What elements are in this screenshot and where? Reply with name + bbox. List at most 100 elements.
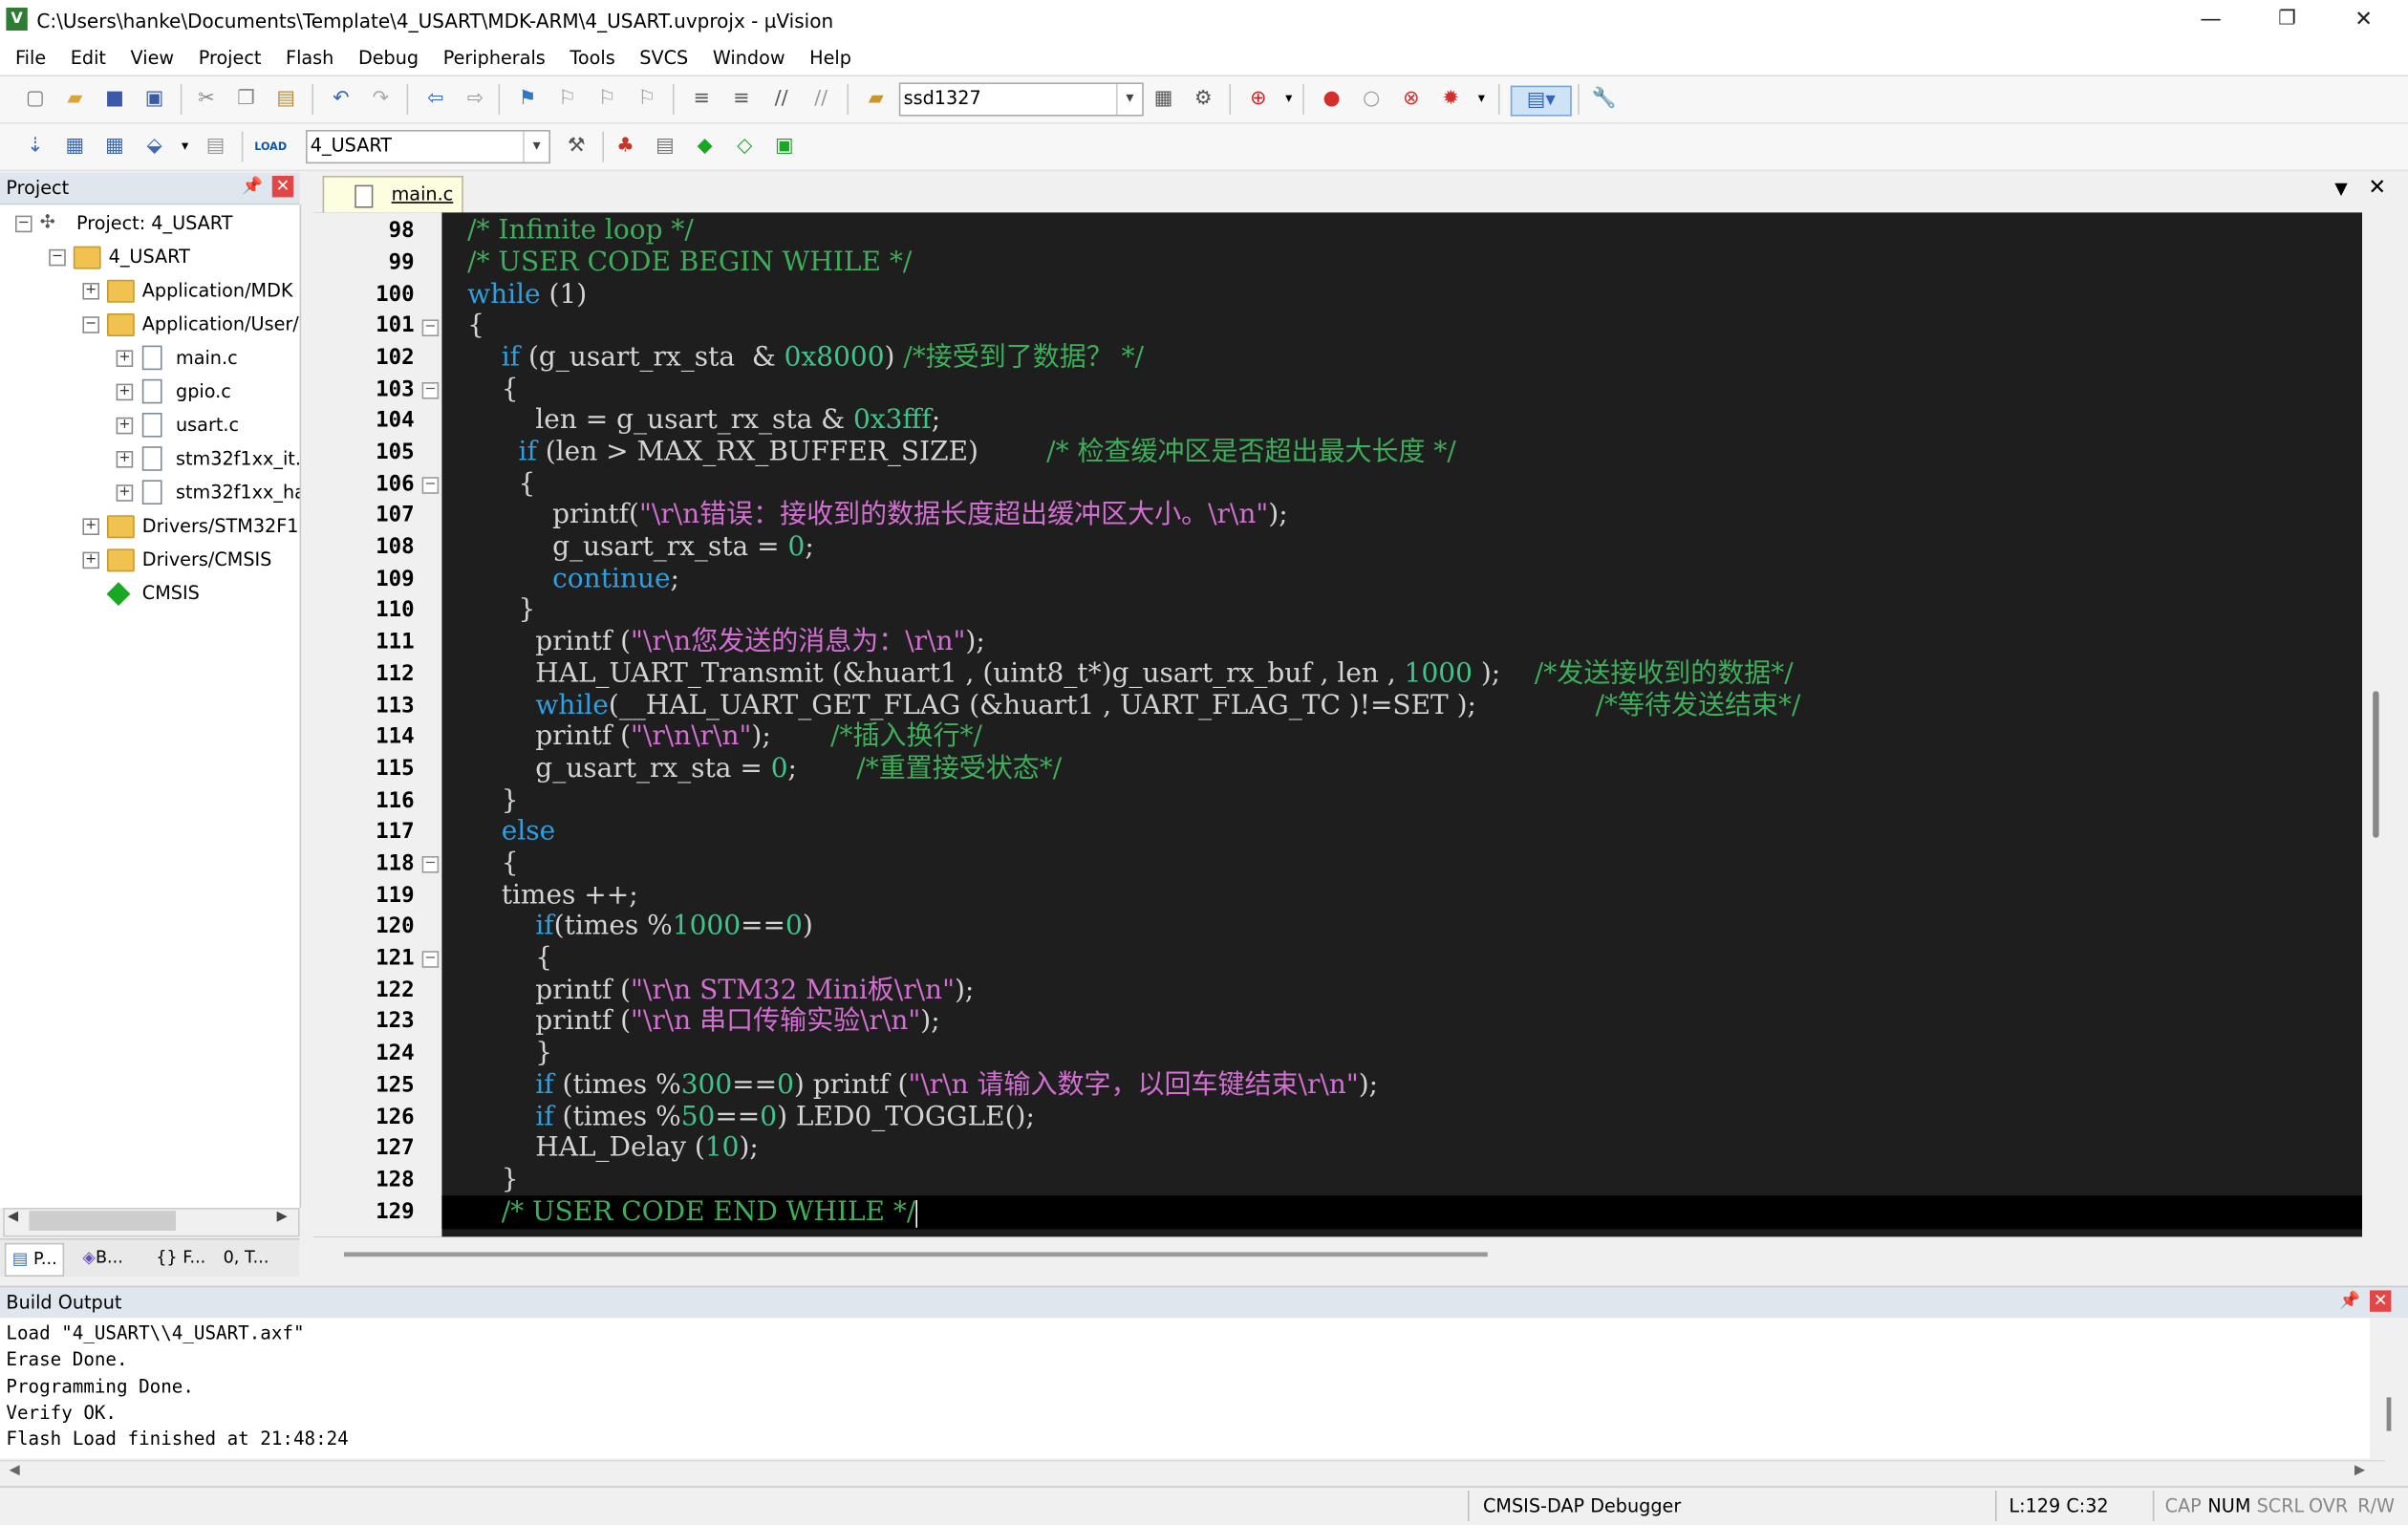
stop-build-icon[interactable]: ▤ bbox=[202, 133, 229, 161]
kill-all-breakpoints-icon[interactable]: ✹ bbox=[1437, 86, 1465, 114]
tree-node-group-user[interactable]: − Application/User/ bbox=[79, 308, 299, 341]
find-icon[interactable]: ▦ bbox=[1150, 86, 1177, 114]
fold-marker-icon[interactable]: − bbox=[421, 477, 440, 494]
save-all-icon[interactable]: ▣ bbox=[140, 86, 168, 114]
find-in-files-icon[interactable]: ▰ bbox=[862, 86, 890, 114]
tab-project[interactable]: ▤ P... bbox=[4, 1242, 65, 1277]
pin-icon[interactable]: 📌 bbox=[242, 176, 263, 197]
expand-icon[interactable]: + bbox=[116, 484, 134, 502]
tab-main-c[interactable]: main.c bbox=[322, 176, 463, 214]
project-hscrollbar[interactable]: ◀ ▶ bbox=[3, 1208, 300, 1237]
expand-icon[interactable]: + bbox=[82, 518, 99, 535]
manage-project-items-icon[interactable]: ♣ bbox=[612, 133, 639, 161]
tree-node-group-drivers-stm32[interactable]: + Drivers/STM32F1x bbox=[79, 509, 300, 543]
close-project-panel-button[interactable]: ✕ bbox=[271, 176, 294, 198]
expand-icon[interactable]: + bbox=[116, 350, 134, 367]
navigate-forward-icon[interactable]: ⇨ bbox=[462, 86, 489, 114]
new-file-icon[interactable]: ▢ bbox=[21, 86, 49, 114]
minimize-button[interactable]: — bbox=[2173, 0, 2249, 40]
translate-icon[interactable]: ⇣ bbox=[21, 133, 49, 161]
scroll-left-icon[interactable]: ◀ bbox=[8, 1210, 18, 1225]
tree-node-target[interactable]: − 4_USART bbox=[46, 240, 296, 273]
window-layout-icon[interactable]: ▤▾ bbox=[1510, 85, 1572, 117]
build-icon[interactable]: ▦ bbox=[61, 133, 89, 161]
scroll-right-icon[interactable]: ▶ bbox=[2354, 1463, 2365, 1478]
build-output-vscrollbar[interactable] bbox=[2373, 1318, 2408, 1459]
cut-icon[interactable]: ✂ bbox=[193, 86, 221, 114]
close-window-button[interactable]: ✕ bbox=[2326, 0, 2402, 40]
scroll-left-icon[interactable]: ◀ bbox=[10, 1463, 20, 1478]
menu-help[interactable]: Help bbox=[797, 41, 863, 75]
copy-icon[interactable]: ❐ bbox=[232, 86, 260, 114]
menu-tools[interactable]: Tools bbox=[558, 41, 628, 75]
chevron-down-icon[interactable]: ▾ bbox=[523, 131, 548, 162]
editor-hscroll-thumb[interactable] bbox=[344, 1252, 1488, 1257]
indent-icon[interactable]: ≡ bbox=[688, 86, 716, 114]
clear-bookmarks-icon[interactable]: ⚐ bbox=[633, 86, 660, 114]
tree-node-main-c[interactable]: + main.c bbox=[113, 341, 296, 375]
scroll-right-icon[interactable]: ▶ bbox=[277, 1210, 288, 1225]
tree-node-group-mdk[interactable]: + Application/MDK bbox=[79, 273, 296, 307]
rebuild-icon[interactable]: ▦ bbox=[101, 133, 129, 161]
target-options-icon[interactable]: ⚒ bbox=[563, 133, 591, 161]
breakpoint-icon[interactable]: ● bbox=[1318, 86, 1345, 114]
expand-icon[interactable]: + bbox=[82, 551, 99, 569]
tree-node-stm32f1xx-it-c[interactable]: + stm32f1xx_it.c bbox=[113, 441, 300, 475]
configure-icon[interactable]: 🔧 bbox=[1590, 86, 1618, 114]
menu-peripherals[interactable]: Peripherals bbox=[431, 41, 558, 75]
redo-icon[interactable]: ↷ bbox=[367, 86, 395, 114]
editor-vscroll-thumb[interactable] bbox=[2373, 691, 2379, 838]
close-tab-icon[interactable]: ✕ bbox=[2368, 176, 2386, 201]
expand-icon[interactable]: + bbox=[116, 451, 134, 468]
bookmark-icon[interactable]: ⚑ bbox=[514, 86, 542, 114]
scroll-thumb[interactable] bbox=[2386, 1397, 2392, 1431]
prev-bookmark-icon[interactable]: ⚐ bbox=[553, 86, 581, 114]
select-packs-icon[interactable]: ▤ bbox=[652, 133, 679, 161]
comment-icon[interactable]: // bbox=[767, 86, 795, 114]
menu-debug[interactable]: Debug bbox=[346, 41, 431, 75]
tab-functions[interactable]: {} F... bbox=[150, 1243, 212, 1274]
code-editor[interactable]: 98 99 100 101 102 103 104 105 106 107 10… bbox=[313, 212, 2362, 1237]
batch-build-icon[interactable]: ⬙ bbox=[140, 133, 168, 161]
menu-view[interactable]: View bbox=[118, 41, 186, 75]
menu-flash[interactable]: Flash bbox=[273, 41, 346, 75]
open-folder-icon[interactable]: ▰ bbox=[61, 86, 89, 114]
expand-icon[interactable]: + bbox=[116, 417, 134, 435]
menu-file[interactable]: File bbox=[3, 41, 58, 75]
menu-svcs[interactable]: SVCS bbox=[628, 41, 701, 75]
collapse-icon[interactable]: − bbox=[15, 215, 32, 233]
load-icon[interactable]: LOAD bbox=[254, 133, 288, 161]
undo-icon[interactable]: ↶ bbox=[327, 86, 355, 114]
scroll-thumb[interactable] bbox=[29, 1211, 177, 1231]
fold-marker-icon[interactable]: − bbox=[421, 382, 440, 399]
tree-node-group-drivers-cmsis[interactable]: + Drivers/CMSIS bbox=[79, 543, 296, 576]
disable-breakpoint-icon[interactable]: ○ bbox=[1358, 86, 1386, 114]
menu-project[interactable]: Project bbox=[186, 41, 273, 75]
tree-node-project[interactable]: − ✣ Project: 4_USART bbox=[12, 206, 297, 240]
tab-books[interactable]: ◈B... bbox=[76, 1243, 129, 1274]
expand-icon[interactable]: + bbox=[116, 383, 134, 401]
target-combo[interactable]: 4_USART ▾ bbox=[306, 130, 550, 164]
debug-session-icon[interactable]: ⊕ bbox=[1244, 86, 1272, 114]
tree-node-usart-c[interactable]: + usart.c bbox=[113, 408, 296, 441]
tab-list-chevron-icon[interactable]: ▼ bbox=[2334, 179, 2348, 199]
collapse-icon[interactable]: − bbox=[82, 316, 99, 333]
manage-rte-icon[interactable]: ◆ bbox=[691, 133, 719, 161]
close-build-output-button[interactable]: ✕ bbox=[2370, 1290, 2392, 1312]
code-text-area[interactable]: /* Infinite loop */ /* USER CODE BEGIN W… bbox=[441, 212, 2362, 1236]
save-icon[interactable]: ■ bbox=[101, 86, 129, 114]
build-output-hscrollbar[interactable]: ◀ ▶ bbox=[0, 1460, 2385, 1485]
tab-templates[interactable]: 0, T... bbox=[217, 1243, 275, 1274]
software-packs-icon[interactable]: ▣ bbox=[770, 133, 798, 161]
tree-node-cmsis[interactable]: CMSIS bbox=[79, 576, 296, 610]
chevron-down-icon[interactable]: ▾ bbox=[171, 133, 199, 161]
chevron-down-icon[interactable]: ▾ bbox=[1468, 86, 1495, 114]
collapse-icon[interactable]: − bbox=[49, 248, 66, 267]
fold-marker-icon[interactable]: − bbox=[421, 951, 440, 968]
pack-installer-icon[interactable]: ◇ bbox=[731, 133, 759, 161]
build-output-text[interactable]: Load "4_USART\\4_USART.axf" Erase Done. … bbox=[0, 1318, 2370, 1459]
uncomment-icon[interactable]: // bbox=[807, 86, 835, 114]
chevron-down-icon[interactable]: ▾ bbox=[1116, 84, 1142, 115]
pin-icon[interactable]: 📌 bbox=[2339, 1290, 2360, 1311]
tree-node-gpio-c[interactable]: + gpio.c bbox=[113, 375, 296, 408]
